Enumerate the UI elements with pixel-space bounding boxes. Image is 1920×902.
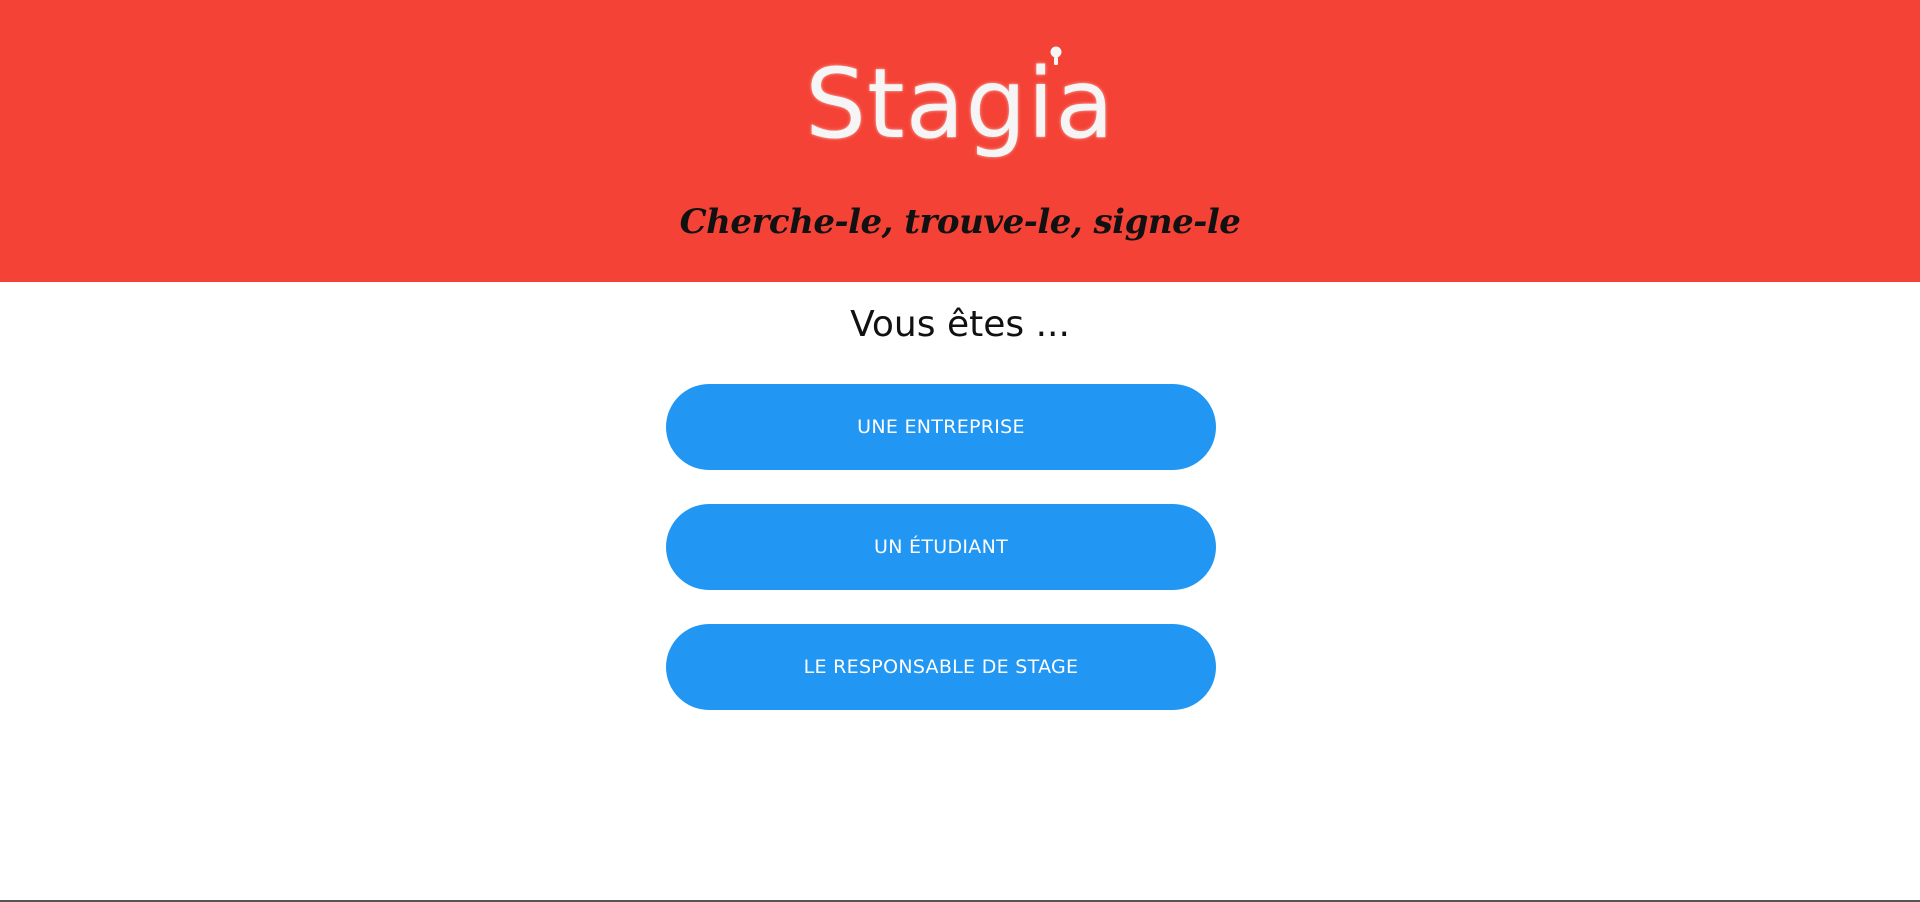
company-button[interactable]: UNE ENTREPRISE xyxy=(666,384,1216,470)
logo-text: Stagia xyxy=(805,48,1115,160)
lightbulb-icon xyxy=(1050,46,1062,65)
student-button[interactable]: UN ÉTUDIANT xyxy=(666,504,1216,590)
header-banner: Stagia Cherche-le, trouve-le, signe-le xyxy=(0,0,1920,282)
logo: Stagia xyxy=(0,46,1920,160)
role-question: Vous êtes ... xyxy=(850,304,1070,345)
tagline: Cherche-le, trouve-le, signe-le xyxy=(679,202,1241,242)
internship-supervisor-button[interactable]: LE RESPONSABLE DE STAGE xyxy=(666,624,1216,710)
